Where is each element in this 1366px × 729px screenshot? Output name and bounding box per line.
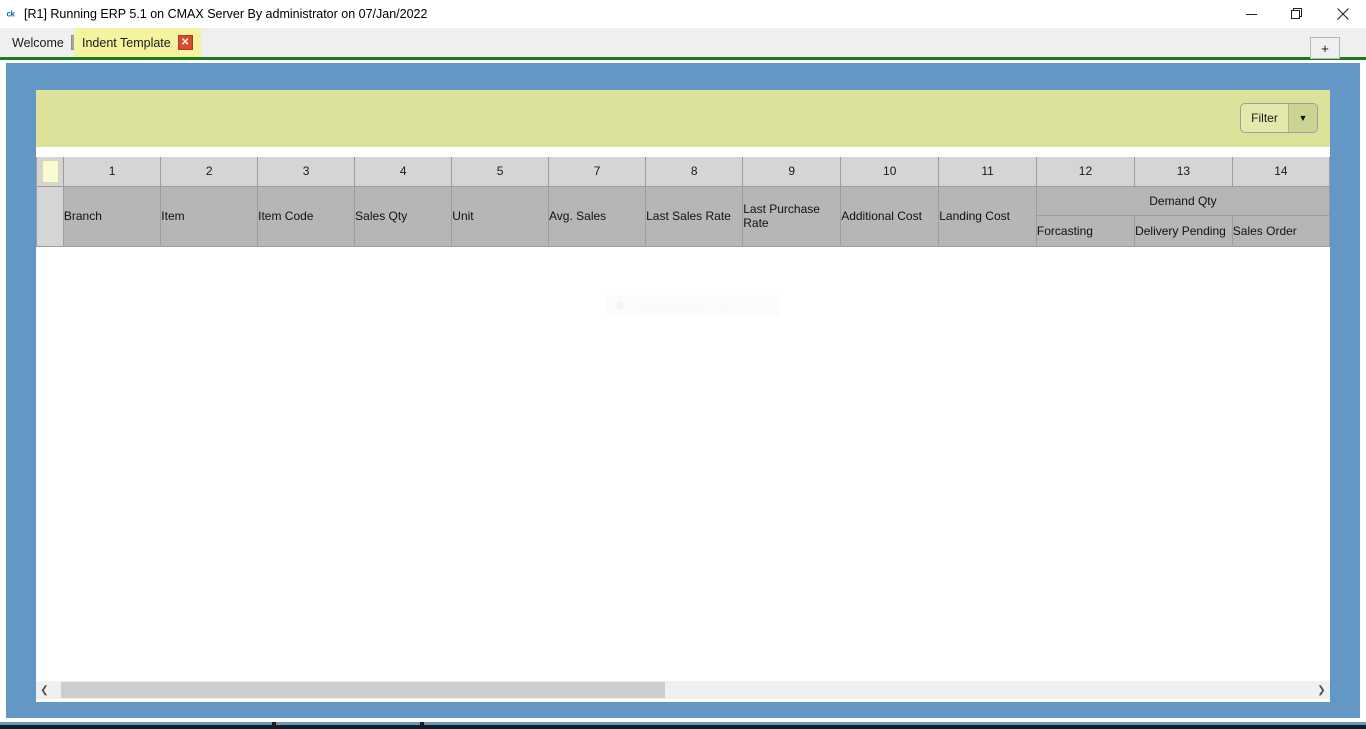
column-number[interactable]: 1 — [62, 157, 162, 187]
scrollbar-track[interactable] — [53, 681, 1313, 699]
tab-welcome-label: Welcome — [12, 35, 64, 50]
column-header-item-code[interactable]: Item Code — [257, 185, 356, 247]
column-number[interactable]: 14 — [1231, 157, 1330, 187]
column-number[interactable]: 13 — [1134, 157, 1233, 187]
column-header-forcasting[interactable]: Forcasting — [1035, 214, 1136, 247]
restore-icon — [1291, 8, 1302, 19]
close-button[interactable] — [1320, 0, 1366, 28]
snip-overlay-label: Rectangular Snip — [636, 299, 732, 313]
indent-template-panel: Filter ▼ 1 2 3 4 5 7 8 9 10 11 12 13 14 … — [36, 90, 1330, 702]
rectangular-snip-overlay: Rectangular Snip — [606, 295, 781, 317]
bottom-strip-segment — [276, 722, 420, 725]
window-controls — [1228, 0, 1366, 28]
column-number[interactable]: 2 — [160, 157, 259, 187]
column-header-last-purchase-rate[interactable]: Last Purchase Rate — [742, 185, 842, 247]
tab-strip: Welcome ✕ Indent Template ✕ — [0, 28, 1366, 60]
column-number[interactable]: 11 — [938, 157, 1037, 187]
column-number[interactable]: 5 — [451, 157, 550, 187]
group-header-row: Branch Item Item Code Sales Qty Unit Avg… — [36, 185, 1330, 247]
column-header-delivery-pending[interactable]: Delivery Pending — [1134, 214, 1233, 247]
bottom-strip — [0, 722, 1366, 729]
grid-corner-cell[interactable] — [36, 157, 64, 187]
row-selector-header[interactable] — [36, 185, 64, 247]
chevron-down-icon[interactable]: ▼ — [1288, 104, 1317, 132]
column-number[interactable]: 10 — [840, 157, 940, 187]
window-title: [R1] Running ERP 5.1 on CMAX Server By a… — [24, 7, 428, 21]
minimize-icon — [1245, 13, 1257, 15]
filter-bar: Filter ▼ — [36, 90, 1330, 147]
column-header-sales-order[interactable]: Sales Order — [1231, 214, 1330, 247]
column-number-row: 1 2 3 4 5 7 8 9 10 11 12 13 14 — [36, 157, 1330, 187]
restore-button[interactable] — [1274, 0, 1320, 28]
bottom-strip-segment — [424, 722, 1366, 725]
close-icon — [1337, 8, 1349, 20]
column-header-unit[interactable]: Unit — [451, 185, 550, 247]
tab-indent-template-label: Indent Template — [82, 35, 171, 50]
column-number[interactable]: 8 — [645, 157, 744, 187]
plus-icon: + — [1321, 40, 1329, 56]
filter-button[interactable]: Filter ▼ — [1240, 103, 1318, 133]
scrollbar-thumb[interactable] — [61, 682, 665, 698]
data-grid[interactable]: 1 2 3 4 5 7 8 9 10 11 12 13 14 Branch It… — [36, 157, 1330, 702]
close-icon[interactable]: ✕ — [177, 35, 193, 50]
add-tab-button[interactable]: + — [1310, 37, 1340, 59]
filter-button-label: Filter — [1251, 111, 1278, 125]
horizontal-scrollbar[interactable]: ❮ ❯ — [36, 681, 1330, 699]
snip-dot-icon — [616, 302, 624, 310]
column-header-sales-qty[interactable]: Sales Qty — [354, 185, 453, 247]
grid-table: 1 2 3 4 5 7 8 9 10 11 12 13 14 Branch It… — [36, 157, 1330, 247]
column-number[interactable]: 3 — [257, 157, 356, 187]
column-header-additional-cost[interactable]: Additional Cost — [840, 185, 940, 247]
title-bar: ck [R1] Running ERP 5.1 on CMAX Server B… — [0, 0, 1366, 28]
column-number[interactable]: 7 — [548, 157, 647, 187]
chevron-left-icon[interactable]: ❮ — [36, 681, 53, 699]
app-icon: ck — [0, 0, 22, 28]
column-header-avg-sales[interactable]: Avg. Sales — [548, 185, 647, 247]
column-header-landing-cost[interactable]: Landing Cost — [938, 185, 1037, 247]
corner-highlight — [42, 160, 59, 183]
tab-indent-template[interactable]: Indent Template ✕ — [74, 28, 201, 57]
column-header-last-sales-rate[interactable]: Last Sales Rate — [645, 185, 744, 247]
column-header-item[interactable]: Item — [160, 185, 259, 247]
bottom-strip-segment — [0, 722, 272, 725]
chevron-right-icon[interactable]: ❯ — [1313, 681, 1330, 699]
column-number[interactable]: 4 — [354, 157, 453, 187]
column-number[interactable]: 12 — [1035, 157, 1136, 187]
column-header-branch[interactable]: Branch — [62, 185, 162, 247]
column-number[interactable]: 9 — [742, 157, 842, 187]
minimize-button[interactable] — [1228, 0, 1274, 28]
app-icon-label: ck — [6, 9, 16, 19]
column-group-header-demand-qty[interactable]: Demand Qty — [1035, 185, 1330, 216]
